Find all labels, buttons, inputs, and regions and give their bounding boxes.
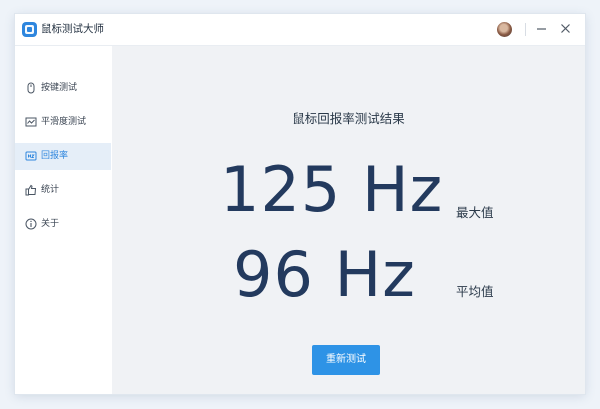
titlebar-divider [525,23,526,36]
sidebar-item-about[interactable]: 关于 [15,211,111,238]
retest-button[interactable]: 重新测试 [312,345,380,375]
sidebar-item-label: 平滑度测试 [41,117,87,127]
thumbs-up-icon [25,184,37,196]
close-button[interactable] [557,20,575,38]
sidebar-item-polling-rate[interactable]: 回报率 [15,143,111,170]
minimize-icon [537,28,546,30]
sidebar: 按键测试 平滑度测试 回报率 统计 关于 [15,46,111,394]
sidebar-item-label: 回报率 [41,151,69,161]
app-window: 鼠标测试大师 按键测试 平滑度测试 回报率 统计 关于 鼠标回报率测试结果 12… [15,14,585,394]
main-panel: 鼠标回报率测试结果 125 Hz 最大值 96 Hz 平均值 重新测试 [112,46,585,394]
sidebar-item-statistics[interactable]: 统计 [15,177,111,204]
wave-chart-icon [25,116,37,128]
max-polling-rate-value: 125 Hz [220,153,444,226]
sidebar-item-label: 关于 [41,219,60,229]
max-value-label: 最大值 [456,205,494,220]
sidebar-item-smoothness-test[interactable]: 平滑度测试 [15,109,111,136]
user-avatar[interactable] [497,22,512,37]
minimize-button[interactable] [533,20,551,38]
mouse-icon [25,82,37,94]
title-bar[interactable]: 鼠标测试大师 [15,14,585,46]
app-title: 鼠标测试大师 [41,23,104,35]
sidebar-item-label: 按键测试 [41,83,78,93]
info-icon [25,218,37,230]
hz-icon [25,150,37,162]
result-title: 鼠标回报率测试结果 [292,111,405,126]
sidebar-item-label: 统计 [41,185,60,195]
avg-value-label: 平均值 [456,284,494,299]
close-icon [561,24,570,33]
app-logo-icon [22,22,37,37]
sidebar-item-key-test[interactable]: 按键测试 [15,75,111,102]
avg-polling-rate-value: 96 Hz [233,238,416,311]
